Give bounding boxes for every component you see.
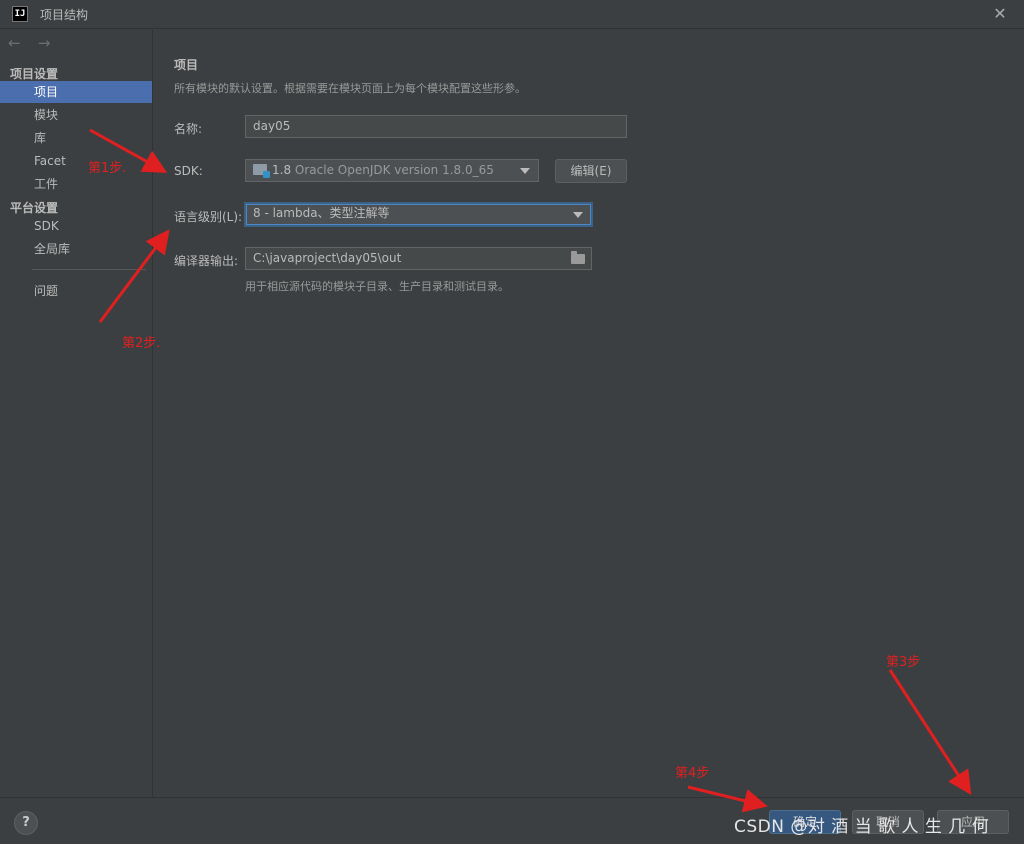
- sidebar-item-artifacts[interactable]: 工件: [0, 173, 152, 195]
- nav-arrows: ← →: [8, 34, 56, 54]
- sdk-description: Oracle OpenJDK version 1.8.0_65: [294, 163, 494, 177]
- language-level-combo[interactable]: 8 - lambda、类型注解等: [244, 202, 593, 227]
- jdk-folder-icon: [253, 164, 270, 178]
- page-title: 项目: [174, 58, 199, 72]
- sidebar-item-modules[interactable]: 模块: [0, 104, 152, 126]
- annotation-step2: 第2步.: [122, 336, 161, 351]
- sdk-label: SDK:: [174, 164, 203, 178]
- ok-button[interactable]: 确定: [769, 810, 841, 834]
- sdk-version: 1.8: [272, 163, 292, 177]
- edit-sdk-button[interactable]: 编辑(E): [555, 159, 627, 183]
- apply-button[interactable]: 应用: [937, 810, 1009, 834]
- intellij-logo-icon: IJ: [12, 6, 28, 22]
- name-field[interactable]: day05: [245, 115, 627, 138]
- language-level-label: 语言级别(L):: [174, 210, 243, 224]
- browse-folder-icon[interactable]: [571, 251, 585, 264]
- section-project-settings: 项目设置: [10, 67, 59, 81]
- sidebar-item-libraries[interactable]: 库: [0, 127, 152, 149]
- cancel-button[interactable]: 取消: [852, 810, 924, 834]
- section-platform-settings: 平台设置: [10, 201, 59, 215]
- back-arrow-icon[interactable]: ←: [8, 34, 26, 52]
- chevron-down-icon: [573, 212, 583, 218]
- sdk-combo[interactable]: 1.8 Oracle OpenJDK version 1.8.0_65: [245, 159, 539, 182]
- sidebar-item-project[interactable]: 项目: [0, 81, 152, 103]
- sidebar: ← → 项目设置 项目 模块 库 Facet 工件 平台设置 SDK 全局库 问…: [0, 30, 153, 797]
- annotation-step1: 第1步.: [88, 161, 127, 176]
- sidebar-item-problems[interactable]: 问题: [0, 280, 152, 302]
- close-button[interactable]: ✕: [990, 4, 1010, 24]
- chevron-down-icon: [520, 168, 530, 174]
- sidebar-item-sdk[interactable]: SDK: [0, 215, 152, 237]
- compiler-output-hint: 用于相应源代码的模块子目录、生产目录和测试目录。: [245, 280, 509, 293]
- help-button[interactable]: ?: [14, 811, 38, 835]
- sidebar-item-global-libraries[interactable]: 全局库: [0, 238, 152, 260]
- compiler-output-field[interactable]: C:\javaproject\day05\out: [245, 247, 592, 270]
- bottom-bar: ? 确定 取消 应用 CSDN @对 酒 当 歌 人 生 几 何: [0, 797, 1024, 844]
- title-bar: IJ 项目结构 ✕: [0, 0, 1024, 29]
- annotation-step3: 第3步: [886, 655, 921, 670]
- sidebar-item-facet[interactable]: Facet: [0, 150, 152, 172]
- forward-arrow-icon[interactable]: →: [38, 34, 56, 52]
- page-description: 所有模块的默认设置。根据需要在模块页面上为每个模块配置这些形参。: [174, 82, 526, 95]
- sidebar-divider: [32, 269, 146, 270]
- main-panel: 项目 所有模块的默认设置。根据需要在模块页面上为每个模块配置这些形参。 名称: …: [154, 30, 1024, 797]
- window-title: 项目结构: [40, 8, 89, 22]
- annotation-step4: 第4步: [675, 766, 710, 781]
- name-label: 名称:: [174, 122, 203, 136]
- language-level-value: 8 - lambda、类型注解等: [253, 206, 390, 220]
- compiler-output-label: 编译器输出:: [174, 254, 239, 268]
- compiler-output-value: C:\javaproject\day05\out: [253, 251, 402, 265]
